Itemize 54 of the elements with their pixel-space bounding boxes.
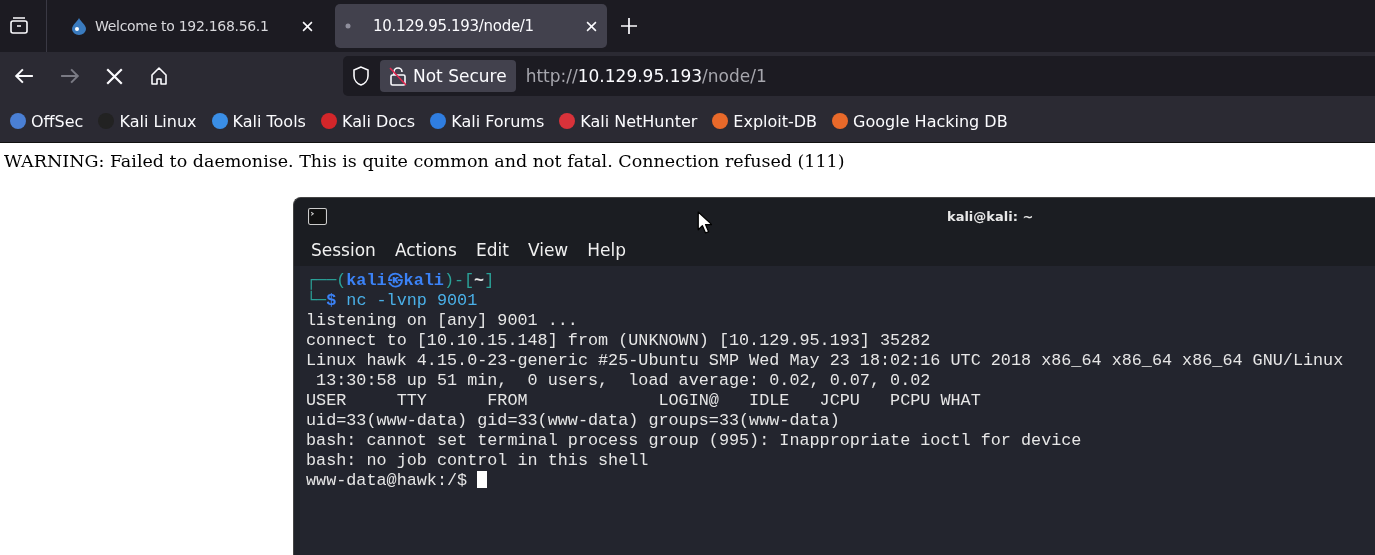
output-line: connect to [10.10.15.148] from (UNKNOWN) [10.129.95.193] 35282 bbox=[306, 331, 931, 350]
unlocked-padlock-icon bbox=[389, 66, 407, 86]
output-line: uid=33(www-data) gid=33(www-data) groups=33(www-data) bbox=[306, 411, 840, 430]
bookmark[interactable]: Kali NetHunter bbox=[558, 111, 698, 131]
output-line: 13:30:58 up 51 min, 0 users, load average: 0.02, 0.07, 0.02 bbox=[315, 371, 931, 390]
browser-tab[interactable]: Welcome to 192.168.56.1 bbox=[61, 4, 323, 48]
bookmark[interactable]: Kali Docs bbox=[319, 111, 416, 131]
close-icon[interactable] bbox=[302, 20, 313, 32]
warning-message: WARNING: Failed to daemonise. This is quite common and not fatal. Connection refused (111) bbox=[4, 151, 846, 171]
security-badge[interactable]: Not Secure bbox=[380, 60, 516, 92]
text-cursor bbox=[477, 471, 488, 488]
shell-prompt: www-data@hawk:/$ bbox=[306, 471, 468, 490]
tab-list-icon[interactable] bbox=[9, 16, 29, 36]
terminal-icon bbox=[308, 207, 327, 225]
window-title: kali@kali: ~ bbox=[947, 208, 1034, 224]
prompt-user-host: kali㉿kali bbox=[346, 271, 444, 290]
drop-icon bbox=[71, 17, 87, 35]
menu-item[interactable]: Edit bbox=[476, 240, 509, 260]
prompt-frame: )-[ bbox=[443, 271, 475, 290]
menu-item[interactable]: Help bbox=[587, 240, 626, 260]
tab-title: Welcome to 192.168.56.1 bbox=[95, 18, 270, 34]
output-line: USER TTY FROM LOGIN@ IDLE JCPU PCPU WHAT bbox=[306, 391, 981, 410]
home-icon[interactable] bbox=[149, 66, 169, 86]
bookmark[interactable]: Kali Forums bbox=[429, 111, 545, 131]
output-line: bash: cannot set terminal process group (995): Inappropriate ioctl for device bbox=[306, 431, 1082, 450]
url-text: http://10.129.95.193/node/1 bbox=[525, 66, 767, 86]
output-line: bash: no job control in this shell bbox=[306, 451, 649, 470]
stop-icon[interactable] bbox=[106, 67, 123, 85]
shield-icon[interactable] bbox=[352, 66, 370, 86]
loading-dot-icon bbox=[345, 23, 351, 29]
bookmark[interactable]: Exploit-DB bbox=[711, 111, 818, 131]
new-tab-icon[interactable] bbox=[621, 18, 637, 34]
output-line: listening on [any] 9001 ... bbox=[306, 311, 578, 330]
tab-title: 10.129.95.193/node/1 bbox=[373, 17, 535, 35]
menu-item[interactable]: View bbox=[527, 240, 569, 260]
prompt-frame: ] bbox=[484, 271, 495, 290]
bookmark[interactable]: Google Hacking DB bbox=[831, 111, 1008, 131]
menu-item[interactable]: Session bbox=[311, 240, 376, 260]
bookmark[interactable]: Kali Tools bbox=[210, 111, 306, 131]
output-line: Linux hawk 4.15.0-23-generic #25-Ubuntu SMP Wed May 23 18:02:16 UTC 2018 x86_64 x86_64 x86_64 GNU/Linux bbox=[306, 351, 1344, 370]
menu-item[interactable]: Actions bbox=[394, 240, 457, 260]
mouse-pointer-icon bbox=[697, 211, 712, 234]
address-bar[interactable]: Not Secure http://10.129.95.193/node/1 bbox=[343, 56, 1375, 96]
command-text: nc -lvnp 9001 bbox=[346, 291, 478, 310]
bookmark[interactable]: Kali Linux bbox=[97, 111, 197, 131]
close-icon[interactable] bbox=[586, 20, 597, 32]
prompt-frame: ┌──( bbox=[306, 271, 347, 290]
prompt-symbol: $ bbox=[326, 291, 337, 310]
prompt-directory: ~ bbox=[474, 271, 485, 290]
security-label: Not Secure bbox=[413, 66, 507, 86]
prompt-frame: └─ bbox=[306, 291, 327, 310]
back-arrow-icon[interactable] bbox=[14, 67, 34, 85]
browser-tab[interactable]: 10.129.95.193/node/1 bbox=[335, 4, 607, 48]
bookmark[interactable]: OffSec bbox=[9, 111, 84, 131]
